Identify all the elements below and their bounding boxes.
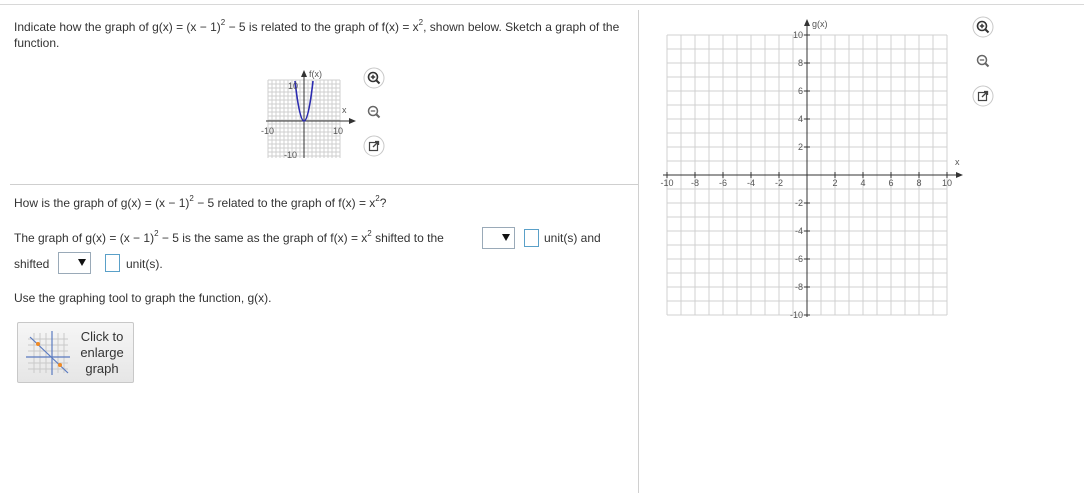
y-tick-label: -2 [795, 198, 803, 208]
f-tick-y-top: 10 [288, 81, 298, 91]
dropdown-arrow-icon [500, 230, 512, 246]
f-y-arrow [301, 70, 307, 77]
x-tick-label: 4 [860, 178, 865, 188]
answer-sentence: The graph of g(x) = (x − 1)2 − 5 is the … [14, 229, 444, 246]
y-tick-label: 2 [798, 142, 803, 152]
g-ylabel: g(x) [812, 19, 828, 29]
external-link-icon [972, 85, 994, 107]
y-tick-label: 4 [798, 114, 803, 124]
f-xlabel: x [342, 105, 347, 115]
y-tick-label: -4 [795, 226, 803, 236]
top-border [0, 4, 1084, 5]
prompt-text: How is the graph of g(x) = (x − 1)2 − 5 … [14, 194, 387, 211]
f-tick-y-bottom: -10 [284, 150, 297, 160]
enlarge-graph-label: Click to enlarge graph [80, 329, 124, 376]
units-input-2[interactable] [105, 254, 120, 272]
dropdown-arrow-icon [76, 255, 88, 271]
x-tick-label: -10 [660, 178, 673, 188]
zoom-in-icon [972, 16, 994, 38]
x-tick-label: -6 [719, 178, 727, 188]
g-graph[interactable]: g(x) x -10 -8 -6 -4 -2 2 4 6 8 10 10 8 6 4 2 -2 -4 -6 -8 -10 [655, 14, 965, 326]
y-tick-label: -8 [795, 282, 803, 292]
g-xlabel: x [955, 157, 960, 167]
f-tick-x-right: 10 [333, 126, 343, 136]
y-tick-label: 8 [798, 58, 803, 68]
direction-dropdown-2[interactable] [58, 252, 91, 274]
popout-button[interactable] [972, 85, 994, 107]
units-input-1[interactable] [524, 229, 539, 247]
x-tick-label: 10 [942, 178, 952, 188]
x-axis-arrow [956, 172, 963, 178]
f-tick-x-left: -10 [261, 126, 274, 136]
instruction-text: Use the graphing tool to graph the funct… [14, 291, 272, 305]
direction-dropdown-1[interactable] [482, 227, 515, 249]
question-text: Indicate how the graph of g(x) = (x − 1)… [14, 18, 620, 51]
x-tick-label: 6 [888, 178, 893, 188]
zoom-out-icon [367, 105, 381, 119]
y-tick-label: 6 [798, 86, 803, 96]
x-tick-label: -4 [747, 178, 755, 188]
external-link-icon [363, 135, 385, 157]
zoom-out-icon [976, 54, 990, 68]
y-axis-arrow [804, 19, 810, 26]
popout-button-small[interactable] [363, 135, 385, 157]
x-tick-label: 2 [832, 178, 837, 188]
section-divider [10, 184, 638, 185]
f-ylabel: f(x) [309, 69, 322, 79]
units-end-label: unit(s). [126, 257, 163, 271]
zoom-in-icon [363, 67, 385, 89]
panel-divider [638, 10, 639, 493]
y-tick-label: 10 [793, 30, 803, 40]
f-graph: f(x) x 10 -10 -10 10 [261, 69, 356, 160]
graph-thumbnail-icon [26, 331, 70, 375]
zoom-in-button[interactable] [972, 16, 994, 38]
y-tick-label: -6 [795, 254, 803, 264]
x-tick-label: 8 [916, 178, 921, 188]
f-x-arrow [349, 118, 356, 124]
shifted-label: shifted [14, 257, 50, 271]
zoom-out-button-small[interactable] [363, 101, 385, 123]
x-tick-label: -8 [691, 178, 699, 188]
y-tick-label: -10 [790, 310, 803, 320]
units-and-label: unit(s) and [544, 231, 601, 245]
zoom-in-button-small[interactable] [363, 67, 385, 89]
zoom-out-button[interactable] [972, 50, 994, 72]
enlarge-graph-button[interactable]: Click to enlarge graph [17, 322, 134, 383]
x-tick-label: -2 [775, 178, 783, 188]
